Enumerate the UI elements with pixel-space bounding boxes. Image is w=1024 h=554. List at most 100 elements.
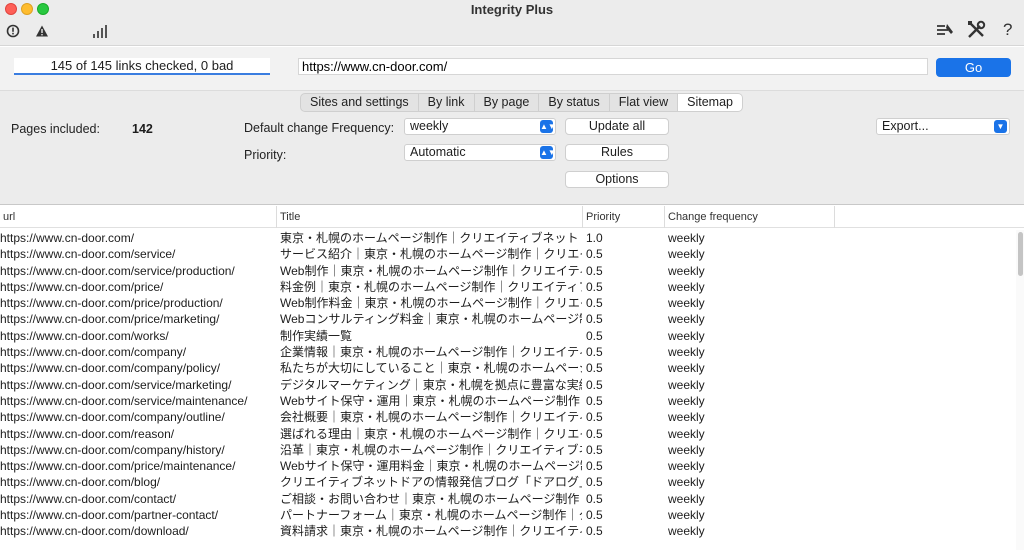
row-title: 選ばれる理由｜東京・札幌のホームページ制作｜クリエイティブネットドア bbox=[280, 426, 582, 441]
row-change-frequency: weekly bbox=[668, 312, 705, 327]
row-title: ご相談・お問い合わせ｜東京・札幌のホームページ制作｜クリエイ bbox=[280, 491, 582, 506]
row-url: https://www.cn-door.com/service/ bbox=[0, 247, 176, 262]
priority-select[interactable]: Automatic ▲▼ bbox=[404, 144, 556, 161]
chevron-updown-icon: ▲▼ bbox=[540, 146, 556, 159]
go-button[interactable]: Go bbox=[936, 58, 1011, 77]
wrench-screwdriver-icon[interactable] bbox=[966, 20, 986, 45]
row-priority: 0.5 bbox=[586, 279, 603, 294]
row-url: https://www.cn-door.com/service/marketin… bbox=[0, 377, 232, 392]
export-value: Export... bbox=[882, 119, 929, 133]
row-change-frequency: weekly bbox=[668, 377, 705, 392]
table-row[interactable]: https://www.cn-door.com/東京・札幌のホームページ制作｜ク… bbox=[0, 230, 1016, 246]
column-header-spacer bbox=[834, 206, 1024, 228]
row-url: https://www.cn-door.com/price/marketing/ bbox=[0, 312, 220, 327]
row-url: https://www.cn-door.com/price/production… bbox=[0, 296, 223, 311]
row-url: https://www.cn-door.com/service/producti… bbox=[0, 263, 235, 278]
table-row[interactable]: https://www.cn-door.com/service/marketin… bbox=[0, 377, 1016, 393]
row-priority: 0.5 bbox=[586, 247, 603, 262]
row-priority: 0.5 bbox=[586, 410, 603, 425]
change-frequency-value: weekly bbox=[410, 119, 449, 133]
tab-by-status[interactable]: By status bbox=[539, 94, 610, 111]
table-row[interactable]: https://www.cn-door.com/reason/選ばれる理由｜東京… bbox=[0, 426, 1016, 442]
row-title: 沿革｜東京・札幌のホームページ制作｜クリエイティブネットドア bbox=[280, 442, 582, 457]
row-url: https://www.cn-door.com/download/ bbox=[0, 524, 189, 539]
signal-bars-icon[interactable] bbox=[92, 23, 108, 39]
column-header-change-frequency[interactable]: Change frequency bbox=[664, 206, 834, 228]
row-title: 料金例｜東京・札幌のホームページ制作｜クリエイティブネットドア bbox=[280, 279, 582, 294]
tab-sites-and-settings[interactable]: Sites and settings bbox=[301, 94, 419, 111]
row-url: https://www.cn-door.com/price/ bbox=[0, 279, 164, 294]
row-url: https://www.cn-door.com/works/ bbox=[0, 328, 169, 343]
change-frequency-select[interactable]: weekly ▲▼ bbox=[404, 118, 556, 135]
row-priority: 0.5 bbox=[586, 296, 603, 311]
priority-label: Priority: bbox=[244, 148, 287, 162]
options-button[interactable]: Options bbox=[565, 171, 669, 188]
tools-icon[interactable] bbox=[936, 22, 954, 43]
column-header-priority[interactable]: Priority bbox=[582, 206, 664, 228]
help-icon[interactable]: ? bbox=[1003, 20, 1012, 40]
row-title: 企業情報｜東京・札幌のホームページ制作｜クリエイティブネットドア bbox=[280, 345, 582, 360]
table-row[interactable]: https://www.cn-door.com/price/production… bbox=[0, 295, 1016, 311]
row-priority: 0.5 bbox=[586, 475, 603, 490]
row-url: https://www.cn-door.com/service/maintena… bbox=[0, 393, 248, 408]
table-row[interactable]: https://www.cn-door.com/company/policy/私… bbox=[0, 360, 1016, 376]
row-priority: 1.0 bbox=[586, 231, 603, 245]
row-priority: 0.5 bbox=[586, 442, 603, 457]
tab-by-link[interactable]: By link bbox=[419, 94, 475, 111]
table-row[interactable]: https://www.cn-door.com/blog/クリエイティブネットド… bbox=[0, 474, 1016, 490]
row-change-frequency: weekly bbox=[668, 361, 705, 376]
row-title: Web制作料金｜東京・札幌のホームページ制作｜クリエイティブネットドア bbox=[280, 296, 582, 311]
row-priority: 0.5 bbox=[586, 345, 603, 360]
row-title: 制作実績一覧 bbox=[280, 328, 353, 343]
table-row[interactable]: https://www.cn-door.com/service/maintena… bbox=[0, 393, 1016, 409]
tab-by-page[interactable]: By page bbox=[475, 94, 540, 111]
row-title: 会社概要｜東京・札幌のホームページ制作｜クリエイティブネットドア bbox=[280, 410, 582, 425]
row-url: https://www.cn-door.com/company/ bbox=[0, 345, 187, 360]
table-row[interactable]: https://www.cn-door.com/works/制作実績一覧 0.5 w… bbox=[0, 328, 1016, 344]
vertical-scrollbar[interactable] bbox=[1016, 230, 1024, 550]
table-row[interactable]: https://www.cn-door.com/price/marketing/… bbox=[0, 311, 1016, 327]
chevron-updown-icon: ▲▼ bbox=[540, 120, 556, 133]
table-row[interactable]: https://www.cn-door.com/service/サービス紹介｜東… bbox=[0, 246, 1016, 262]
column-header-url[interactable]: url bbox=[0, 206, 276, 228]
row-title: 資料請求｜東京・札幌のホームページ制作｜クリエイティブネットドア bbox=[280, 524, 582, 539]
update-all-button[interactable]: Update all bbox=[565, 118, 669, 135]
tab-sitemap[interactable]: Sitemap bbox=[678, 94, 742, 111]
row-change-frequency: weekly bbox=[668, 328, 705, 343]
row-change-frequency: weekly bbox=[668, 508, 705, 523]
table-row[interactable]: https://www.cn-door.com/partner-contact/… bbox=[0, 507, 1016, 523]
row-priority: 0.5 bbox=[586, 361, 603, 376]
column-header-title[interactable]: Title bbox=[276, 206, 582, 228]
table-row[interactable]: https://www.cn-door.com/download/資料請求｜東京… bbox=[0, 523, 1016, 539]
table-row[interactable]: https://www.cn-door.com/price/maintenanc… bbox=[0, 458, 1016, 474]
row-title: Webサイト保守・運用｜東京・札幌のホームページ制作｜クリエイ bbox=[280, 393, 582, 408]
stop-icon[interactable] bbox=[6, 24, 20, 38]
tab-flat-view[interactable]: Flat view bbox=[610, 94, 679, 111]
row-change-frequency: weekly bbox=[668, 263, 705, 278]
row-url: https://www.cn-door.com/price/maintenanc… bbox=[0, 459, 236, 474]
row-change-frequency: weekly bbox=[668, 247, 705, 262]
table-row[interactable]: https://www.cn-door.com/company/history/… bbox=[0, 442, 1016, 458]
check-status: 145 of 145 links checked, 0 bad bbox=[14, 58, 270, 75]
table-row[interactable]: https://www.cn-door.com/company/企業情報｜東京・… bbox=[0, 344, 1016, 360]
row-change-frequency: weekly bbox=[668, 475, 705, 490]
chevron-down-icon: ▼ bbox=[994, 120, 1007, 133]
table-row[interactable]: https://www.cn-door.com/contact/ご相談・お問い合… bbox=[0, 491, 1016, 507]
scrollbar-thumb[interactable] bbox=[1018, 232, 1023, 276]
row-change-frequency: weekly bbox=[668, 442, 705, 457]
row-change-frequency: weekly bbox=[668, 345, 705, 360]
sitemap-table: https://www.cn-door.com/東京・札幌のホームページ制作｜ク… bbox=[0, 230, 1016, 550]
view-tabs: Sites and settings By link By page By st… bbox=[300, 93, 743, 112]
export-select[interactable]: Export... ▼ bbox=[876, 118, 1010, 135]
table-row[interactable]: https://www.cn-door.com/service/producti… bbox=[0, 263, 1016, 279]
rules-button[interactable]: Rules bbox=[565, 144, 669, 161]
row-title: 東京・札幌のホームページ制作｜クリエイティブネットドア bbox=[280, 231, 582, 245]
table-row[interactable]: https://www.cn-door.com/price/料金例｜東京・札幌の… bbox=[0, 279, 1016, 295]
row-change-frequency: weekly bbox=[668, 410, 705, 425]
row-change-frequency: weekly bbox=[668, 279, 705, 294]
change-frequency-label: Default change Frequency: bbox=[244, 121, 395, 135]
row-priority: 0.5 bbox=[586, 312, 603, 327]
warning-icon[interactable] bbox=[35, 24, 49, 38]
table-row[interactable]: https://www.cn-door.com/company/outline/… bbox=[0, 409, 1016, 425]
url-input[interactable] bbox=[298, 58, 928, 75]
